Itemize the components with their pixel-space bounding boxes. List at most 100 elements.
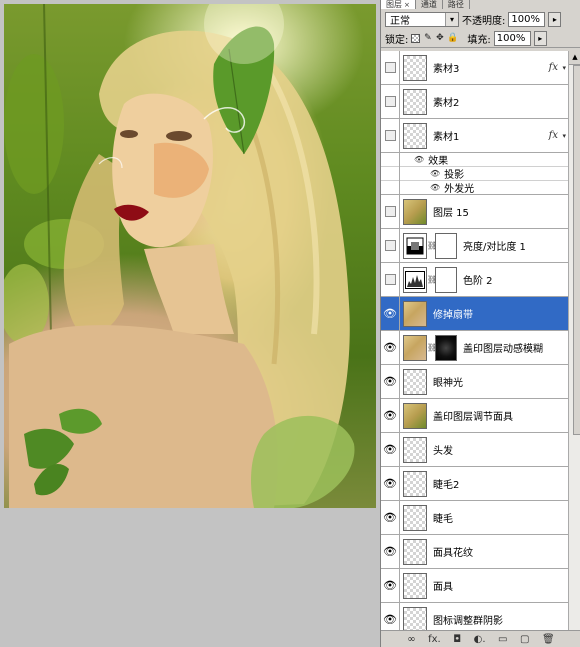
effect-name: 投影 [444, 170, 465, 181]
fx-icon[interactable]: fx. [428, 634, 441, 645]
eye-icon[interactable]: 👁 [381, 466, 400, 501]
eye-icon[interactable]: 👁 [381, 398, 400, 433]
eye-icon[interactable]: 👁 [381, 500, 400, 535]
opacity-label: 不透明度: [462, 15, 506, 27]
eye-icon[interactable]: 👁 [381, 364, 400, 399]
visibility-toggle[interactable] [381, 51, 400, 85]
layer-mask-thumbnail[interactable] [435, 334, 457, 361]
visibility-toggle[interactable] [381, 84, 400, 119]
layer-row[interactable]: ⛓ 亮度/对比度 1 [381, 228, 568, 263]
lock-label: 锁定: [385, 34, 409, 46]
layer-row[interactable]: 👁 面具 [381, 568, 568, 603]
link-layers-icon[interactable]: ∞ [407, 634, 415, 645]
tab-paths-label: 路径 [447, 0, 464, 9]
new-group-icon[interactable]: ▭ [498, 634, 507, 645]
delete-layer-icon[interactable]: 🗑 [542, 634, 555, 645]
tab-paths[interactable]: 路径 [443, 0, 470, 9]
lock-icon[interactable]: 🔒 [447, 33, 458, 43]
scroll-up-arrow-icon[interactable]: ▲ [569, 51, 580, 65]
effect-row[interactable]: 👁 投影 [381, 166, 568, 181]
layer-row[interactable]: 👁 睫毛 [381, 500, 568, 535]
opacity-slider-arrow-icon[interactable]: ▸ [548, 11, 562, 27]
layer-thumbnail [403, 504, 427, 531]
link-icon[interactable]: ⛓ [427, 343, 437, 352]
layer-name: 图标调整群阴影 [433, 616, 503, 627]
panel-tabs: 图层 × 通道 路径 [381, 0, 580, 9]
eye-icon[interactable]: 👁 [381, 296, 400, 331]
eye-icon[interactable]: 👁 [430, 183, 440, 192]
layer-name: 睫毛 [433, 514, 453, 525]
layer-name: 素材3 [433, 64, 460, 75]
layer-thumbnail [403, 470, 427, 497]
layer-thumbnail [403, 54, 427, 81]
link-icon[interactable]: ⛓ [427, 241, 437, 250]
layer-row[interactable]: 👁 头发 [381, 432, 568, 467]
visibility-toggle[interactable] [381, 262, 400, 297]
visibility-toggle[interactable] [381, 194, 400, 229]
layer-row[interactable]: 👁 面具花纹 [381, 534, 568, 569]
layer-mask-thumbnail[interactable] [435, 266, 457, 293]
new-layer-icon[interactable]: ▢ [520, 634, 529, 645]
layer-row[interactable]: 👁 眼神光 [381, 364, 568, 399]
eye-icon[interactable]: 👁 [381, 432, 400, 467]
layer-row-selected[interactable]: 👁 修掉扇带 [381, 296, 568, 331]
layers-panel: 图层 × 通道 路径 正常 ▾ 不透明度: 100% ▸ 锁定: ✎ ✥ 🔒 填充… [380, 0, 580, 647]
layer-row[interactable]: ⛓ 色阶 2 [381, 262, 568, 297]
layer-list[interactable]: 素材3 fx ▾ 素材2 素材1 fx ▾ 👁 效果 👁 投影 👁 外发光 图层… [381, 51, 568, 630]
layer-thumbnail [403, 572, 427, 599]
effect-row[interactable]: 👁 外发光 [381, 180, 568, 195]
chevron-down-icon[interactable]: ▾ [562, 132, 566, 140]
chevron-down-icon[interactable]: ▾ [562, 64, 566, 72]
layer-thumbnail [403, 122, 427, 149]
layer-name: 亮度/对比度 1 [463, 242, 526, 253]
fx-icon[interactable]: fx [549, 130, 558, 141]
fx-icon[interactable]: fx [549, 62, 558, 73]
close-icon[interactable]: × [404, 1, 410, 9]
document-canvas-area[interactable] [0, 0, 380, 647]
layer-name: 睫毛2 [433, 480, 460, 491]
blend-mode-select[interactable]: 正常 ▾ [385, 11, 459, 27]
visibility-toggle[interactable] [381, 228, 400, 263]
layer-name: 头发 [433, 446, 453, 457]
layer-row[interactable]: 👁 盖印图层调节面具 [381, 398, 568, 433]
layer-name: 盖印图层调节面具 [433, 412, 513, 423]
eye-icon[interactable]: 👁 [430, 169, 440, 178]
blend-opacity-row: 正常 ▾ 不透明度: 100% ▸ [381, 9, 580, 29]
eye-icon[interactable]: 👁 [381, 330, 400, 365]
eye-icon[interactable]: 👁 [414, 155, 424, 164]
layer-row[interactable]: 👁 睫毛2 [381, 466, 568, 501]
add-mask-icon[interactable]: ◘ [453, 634, 461, 645]
lock-transparent-icon[interactable] [411, 33, 421, 43]
fill-slider-arrow-icon[interactable]: ▸ [533, 30, 547, 46]
tab-channels[interactable]: 通道 [416, 0, 443, 9]
eye-icon[interactable]: 👁 [381, 602, 400, 630]
adjustment-layer-icon[interactable]: ◐. [474, 634, 486, 645]
layer-mask-thumbnail[interactable] [435, 232, 457, 259]
document-image[interactable] [4, 4, 376, 508]
scrollbar-thumb[interactable] [573, 65, 580, 435]
chevron-down-icon[interactable]: ▾ [445, 12, 458, 26]
effects-header-row[interactable]: 👁 效果 [381, 152, 568, 167]
fill-input[interactable]: 100% [493, 30, 531, 46]
tab-layers-label: 图层 [386, 0, 402, 9]
layer-row[interactable]: 素材2 [381, 84, 568, 119]
layer-row[interactable]: 👁 ⛓ 盖印图层动感模糊 [381, 330, 568, 365]
effect-name: 外发光 [444, 184, 475, 195]
layer-name: 素材2 [433, 98, 460, 109]
layer-row[interactable]: 👁 图标调整群阴影 [381, 602, 568, 630]
eye-icon[interactable]: 👁 [381, 534, 400, 569]
layer-thumbnail [403, 198, 427, 225]
layer-thumbnail [403, 402, 427, 429]
brush-icon[interactable]: ✎ [423, 33, 432, 43]
layer-list-scrollbar[interactable]: ▲ [568, 51, 580, 630]
layer-row[interactable]: 素材3 fx ▾ [381, 51, 568, 85]
layer-name: 素材1 [433, 132, 460, 143]
link-icon[interactable]: ⛓ [427, 275, 437, 284]
opacity-input[interactable]: 100% [508, 11, 546, 27]
eye-icon[interactable]: 👁 [381, 568, 400, 603]
visibility-toggle[interactable] [381, 118, 400, 153]
layer-row[interactable]: 素材1 fx ▾ [381, 118, 568, 153]
layer-row[interactable]: 图层 15 [381, 194, 568, 229]
move-icon[interactable]: ✥ [435, 33, 444, 43]
tab-layers[interactable]: 图层 × [381, 0, 416, 9]
